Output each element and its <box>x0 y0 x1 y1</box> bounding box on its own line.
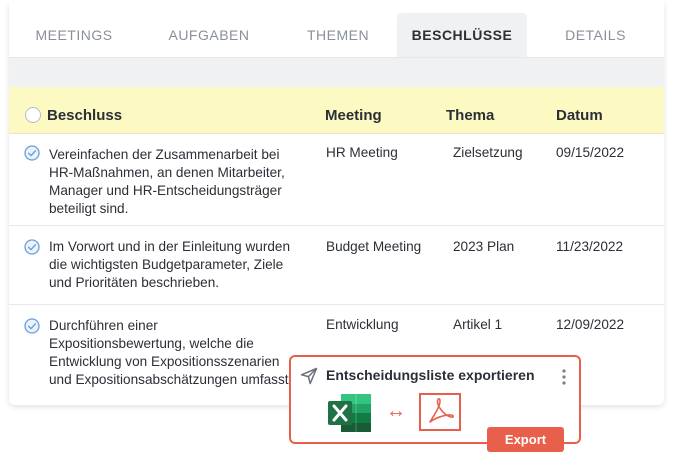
meeting-cell: Entwicklung <box>326 317 399 332</box>
meeting-cell: Budget Meeting <box>326 239 422 254</box>
decision-text: Durchführen einer Expositionsbewertung, … <box>49 318 293 387</box>
decision-text: Im Vorwort und in der Einleitung wurden … <box>49 239 291 290</box>
decision-text: Vereinfachen der Zusammenarbeit bei HR-M… <box>49 147 285 216</box>
check-circle-icon[interactable] <box>24 145 40 161</box>
column-header-beschluss[interactable]: Beschluss <box>47 87 122 133</box>
more-vertical-icon[interactable] <box>560 367 568 387</box>
excel-icon[interactable] <box>327 393 373 433</box>
tab-beschluesse[interactable]: BESCHLÜSSE <box>397 13 527 57</box>
select-all-checkbox[interactable] <box>25 107 41 123</box>
export-button[interactable]: Export <box>487 427 564 452</box>
table-row[interactable]: Vereinfachen der Zusammenarbeit bei HR-M… <box>9 134 664 226</box>
meeting-cell: HR Meeting <box>326 145 398 160</box>
tab-aufgaben[interactable]: AUFGABEN <box>139 13 279 57</box>
swap-arrow-icon: ↔ <box>386 400 406 422</box>
export-popup-title: Entscheidungsliste exportieren <box>326 367 535 383</box>
tab-meetings[interactable]: MEETINGS <box>9 13 139 57</box>
thema-cell: 2023 Plan <box>453 239 515 254</box>
export-popup: Entscheidungsliste exportieren ↔ Export <box>289 355 581 452</box>
thema-cell: Zielsetzung <box>453 145 523 160</box>
column-header-datum[interactable]: Datum <box>556 87 603 133</box>
column-header-meeting[interactable]: Meeting <box>325 87 382 133</box>
send-icon <box>300 367 318 385</box>
table-header: Beschluss Meeting Thema Datum <box>9 87 664 134</box>
column-header-thema[interactable]: Thema <box>446 87 494 133</box>
decisions-panel: MEETINGS AUFGABEN THEMEN BESCHLÜSSE DETA… <box>9 0 664 405</box>
check-circle-icon[interactable] <box>24 239 40 255</box>
check-circle-icon[interactable] <box>24 318 40 334</box>
thema-cell: Artikel 1 <box>453 317 503 332</box>
pdf-icon[interactable] <box>419 393 461 431</box>
date-cell: 12/09/2022 <box>556 317 625 332</box>
date-cell: 09/15/2022 <box>556 145 625 160</box>
tab-themen[interactable]: THEMEN <box>279 13 397 57</box>
date-cell: 11/23/2022 <box>556 239 624 254</box>
table-row[interactable]: Im Vorwort und in der Einleitung wurden … <box>9 226 664 305</box>
tab-bar: MEETINGS AUFGABEN THEMEN BESCHLÜSSE DETA… <box>9 0 664 58</box>
tab-details[interactable]: DETAILS <box>527 13 664 57</box>
